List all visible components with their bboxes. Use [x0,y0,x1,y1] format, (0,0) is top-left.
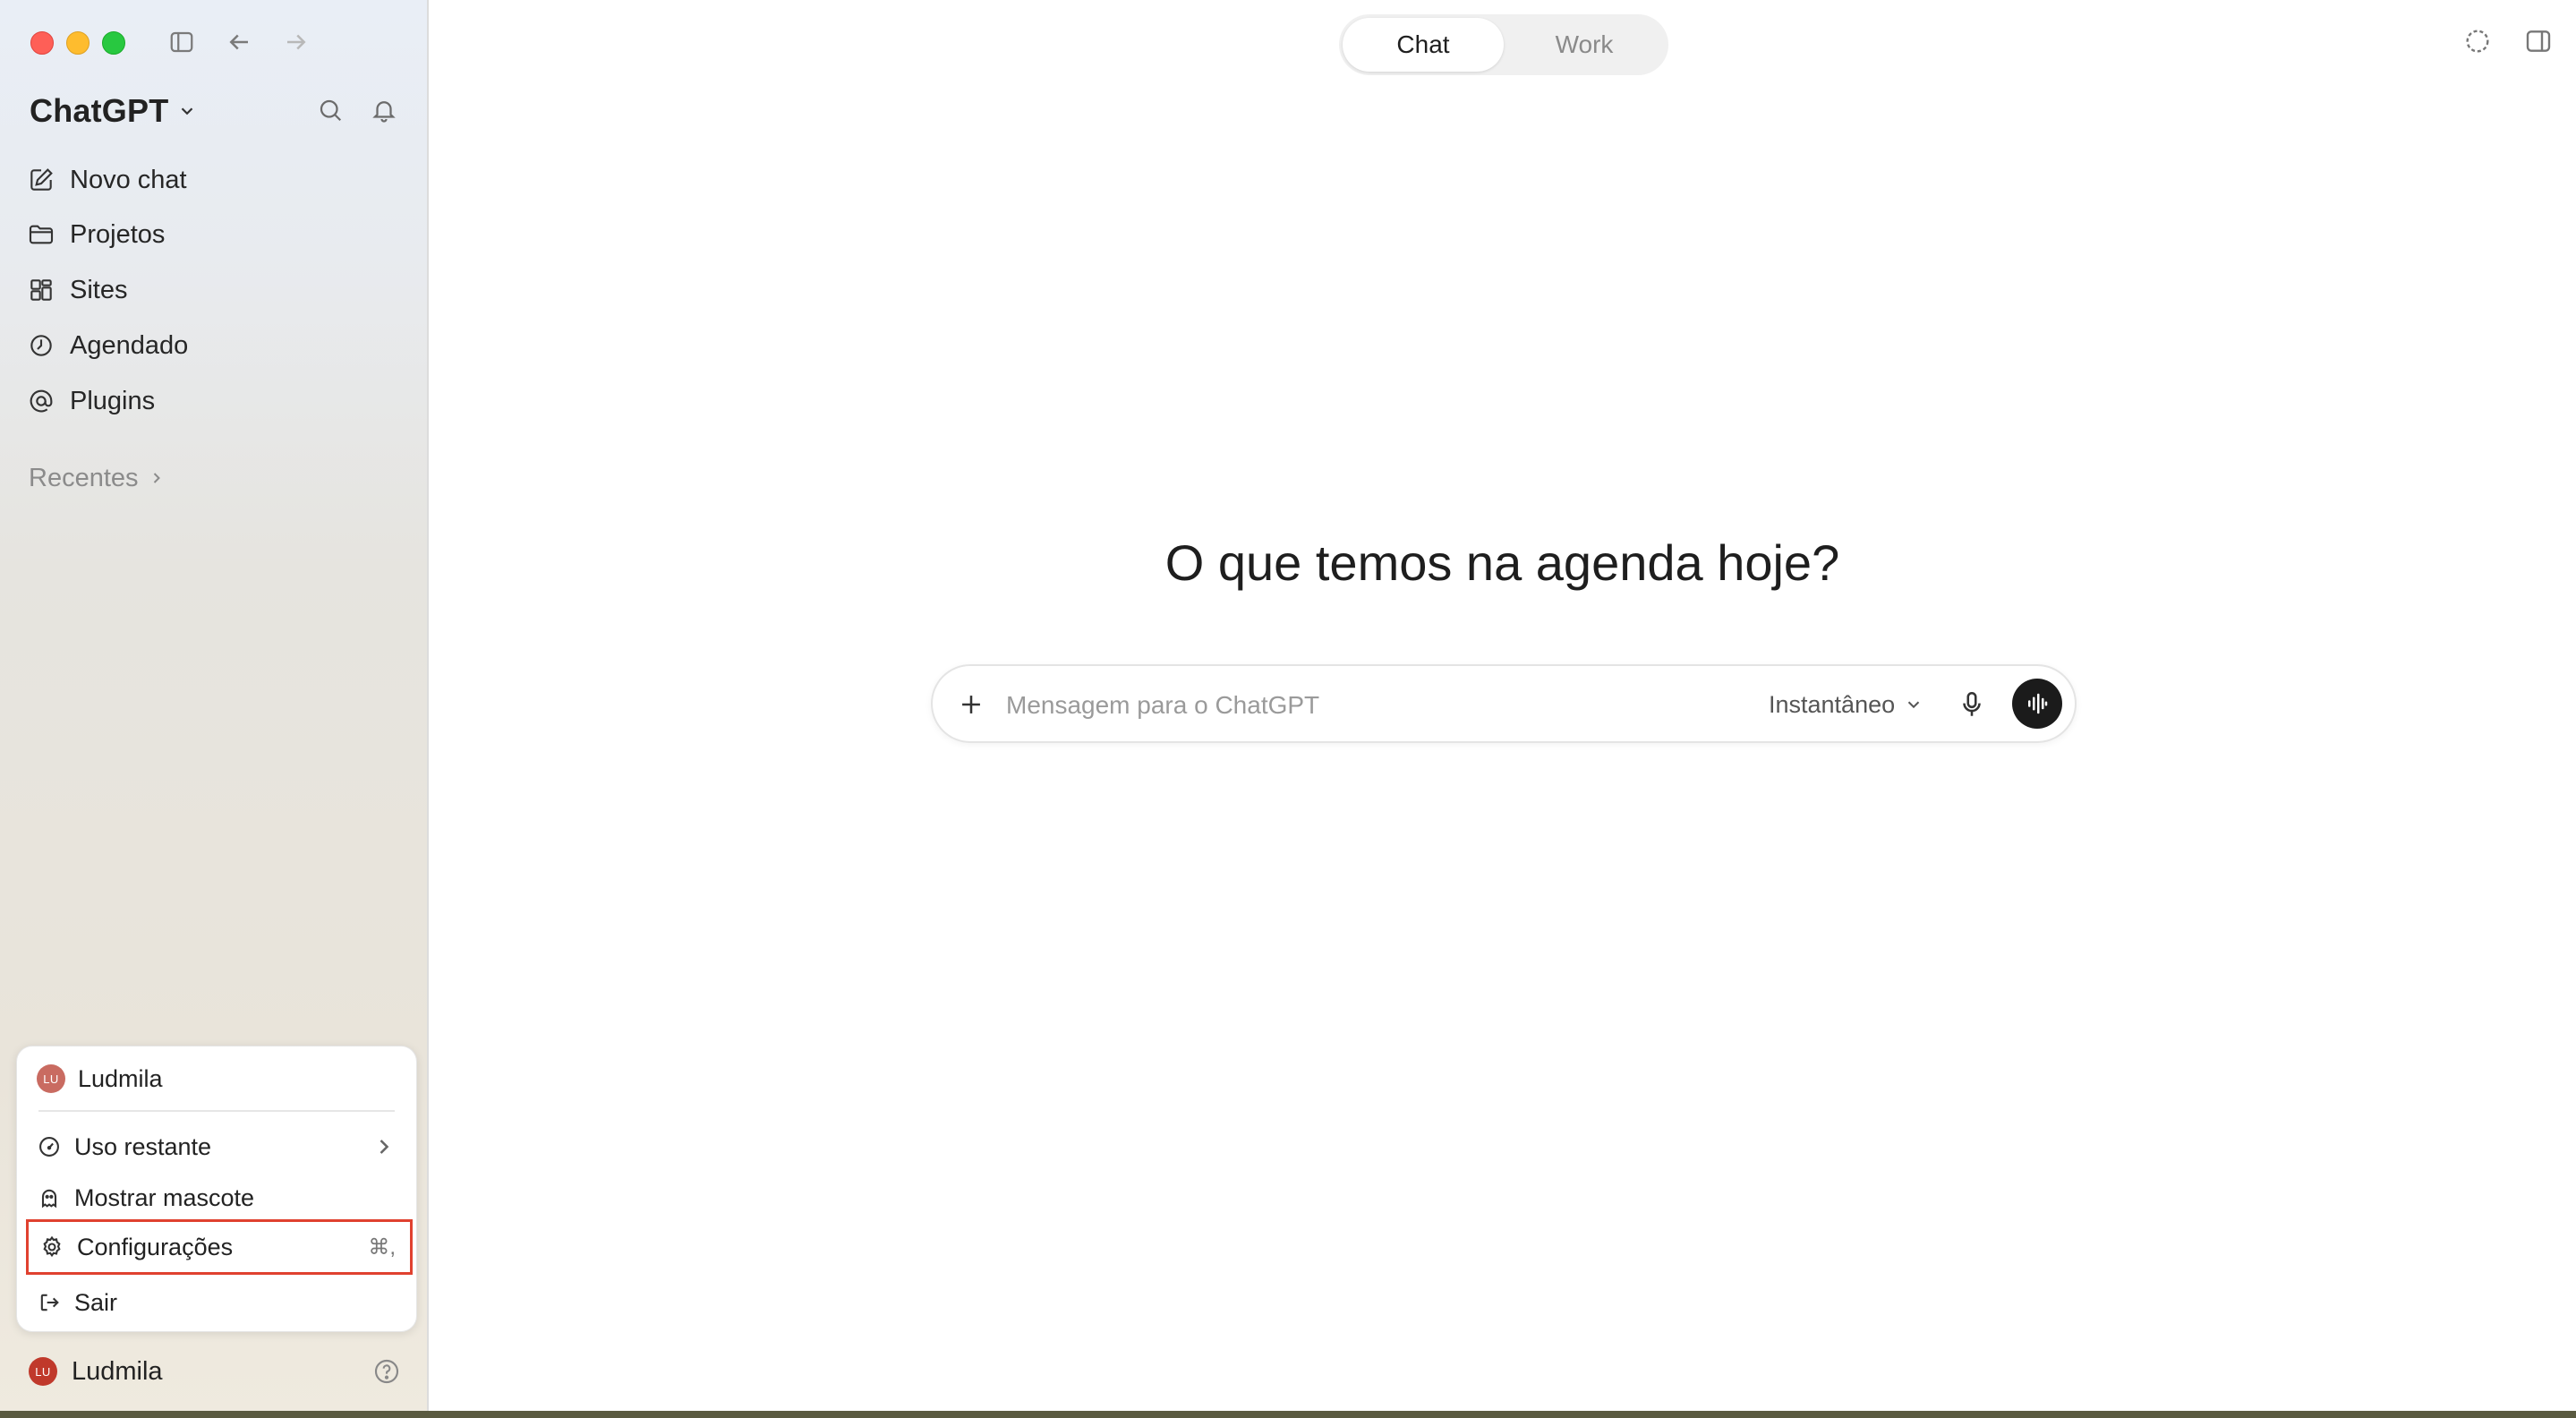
user-menu: LU Ludmila Uso restante Mostrar mascote … [16,1046,417,1332]
zoom-window-button[interactable] [102,31,125,55]
waveform-icon [2024,690,2051,717]
gear-icon [39,1234,64,1260]
gauge-icon [37,1134,62,1159]
brand-name: ChatGPT [30,92,169,129]
bell-icon[interactable] [371,97,397,124]
account-button[interactable]: LU Ludmila [29,1350,163,1393]
mode-toggle: Chat Work [1339,14,1668,75]
sidebar-item-novo-chat[interactable]: Novo chat [27,158,187,201]
at-icon [27,387,55,415]
menu-user-header: LU Ludmila [37,1057,397,1100]
composer: Instantâneo [931,664,2077,743]
page-title: O que temos na agenda hoje? [1164,534,1840,591]
voice-mode-button[interactable] [2012,679,2062,729]
clock-icon [27,331,55,360]
sidebar-item-label: Novo chat [70,165,187,194]
sidebar-item-label: Agendado [70,330,189,360]
recentes-header[interactable]: Recentes [29,458,166,498]
menu-item-label: Configurações [77,1233,234,1260]
logout-icon [37,1290,62,1315]
chevron-down-icon [1904,695,1923,714]
help-icon[interactable] [372,1357,401,1386]
sidebar-item-label: Projetos [70,219,166,249]
menu-item-label: Mostrar mascote [74,1183,255,1211]
model-selector[interactable]: Instantâneo [1769,684,1923,725]
minimize-window-button[interactable] [66,31,90,55]
menu-item-label: Sair [74,1288,118,1316]
menu-item-configuracoes[interactable]: Configurações ⌘, [26,1219,413,1275]
menu-item-sair[interactable]: Sair [37,1281,397,1324]
menu-user-name: Ludmila [78,1064,163,1092]
sidebar-item-label: Plugins [70,386,156,415]
folder-icon [27,220,55,249]
sidebar-item-label: Sites [70,275,128,304]
edit-icon [27,166,55,194]
menu-item-uso-restante[interactable]: Uso restante [37,1125,397,1168]
sidebar-item-projetos[interactable]: Projetos [27,213,165,256]
microphone-icon[interactable] [1957,689,1987,720]
recentes-label: Recentes [29,463,139,492]
temporary-chat-icon[interactable] [2463,27,2492,56]
sidebar-item-plugins[interactable]: Plugins [27,380,155,423]
forward-arrow-icon[interactable] [283,29,310,56]
search-icon[interactable] [317,97,344,124]
account-name: Ludmila [72,1356,163,1386]
toggle-sidebar-icon[interactable] [168,29,195,56]
menu-item-mostrar-mascote[interactable]: Mostrar mascote [37,1176,397,1219]
model-label: Instantâneo [1769,690,1896,718]
chevron-down-icon [177,101,197,121]
ghost-icon [37,1185,62,1210]
sidebar-item-agendado[interactable]: Agendado [27,324,188,367]
chevron-right-icon [148,469,166,487]
avatar: LU [29,1357,57,1386]
plus-icon[interactable] [956,689,986,720]
tab-chat[interactable]: Chat [1343,18,1504,72]
message-input[interactable] [1004,684,1760,727]
window-bottom-edge [0,1411,2576,1418]
tab-work[interactable]: Work [1504,18,1665,72]
avatar: LU [37,1064,65,1093]
side-panel-icon[interactable] [2524,27,2553,56]
close-window-button[interactable] [30,31,54,55]
sidebar: ChatGPT Novo chat Projetos Sites Agendad… [0,0,429,1418]
grid-icon [27,276,55,304]
back-arrow-icon[interactable] [226,29,252,56]
menu-divider [38,1110,395,1112]
shortcut-hint: ⌘, [368,1234,396,1260]
chevron-right-icon [371,1134,397,1159]
sidebar-item-sites[interactable]: Sites [27,269,127,312]
brand-switcher[interactable]: ChatGPT [30,91,197,131]
menu-item-label: Uso restante [74,1132,212,1160]
